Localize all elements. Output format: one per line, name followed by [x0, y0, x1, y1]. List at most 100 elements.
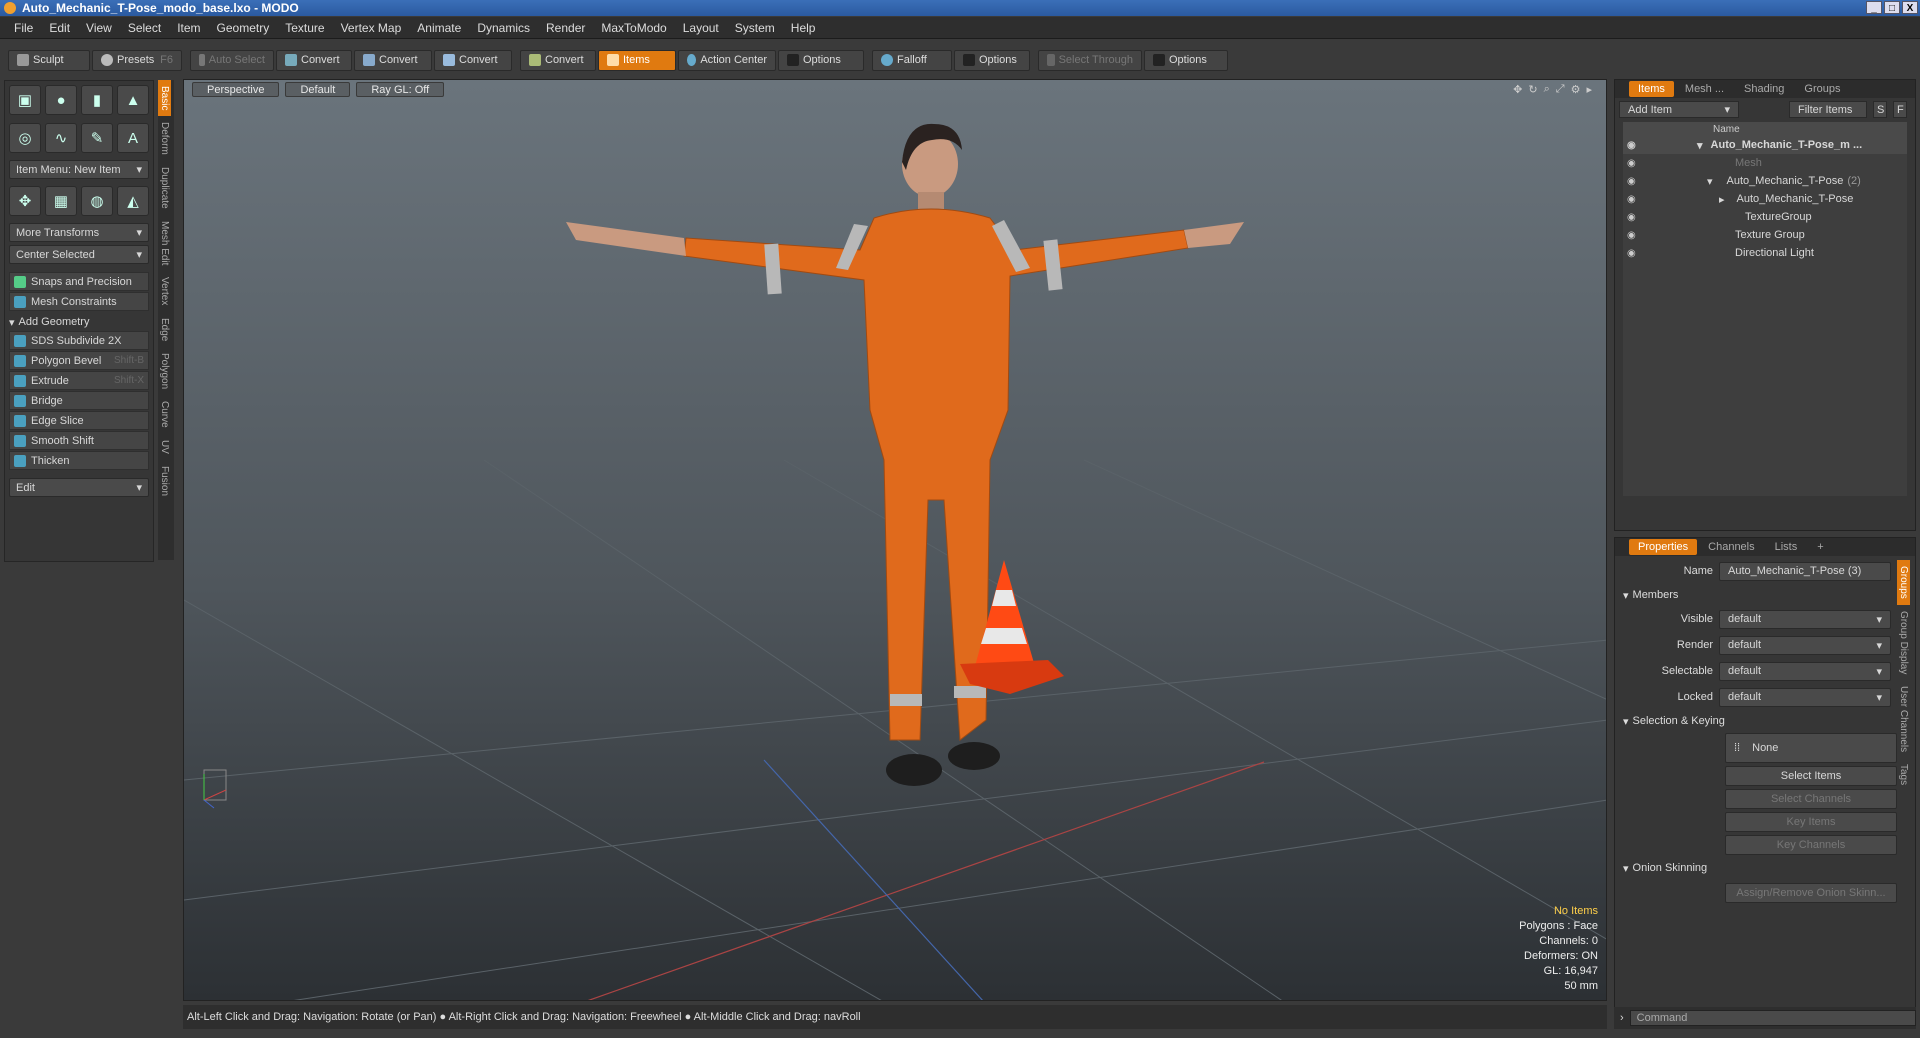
rotate-view-icon[interactable]: ↻ — [1528, 83, 1537, 96]
presets-button[interactable]: Presets F6 — [92, 49, 182, 71]
items-mode-button[interactable]: Items — [598, 49, 676, 71]
tab-shading[interactable]: Shading — [1735, 81, 1793, 97]
close-button[interactable]: X — [1902, 1, 1918, 14]
tree-row-group[interactable]: ◉ ▾ Auto_Mechanic_T-Pose (2) — [1623, 172, 1907, 190]
command-input[interactable]: Command — [1629, 1010, 1916, 1026]
visible-dropdown[interactable]: default ▾ — [1719, 609, 1891, 629]
convert-material-button[interactable]: Convert — [520, 49, 596, 71]
expand-arrow-icon[interactable]: ▸ — [1719, 193, 1725, 206]
pen-tool-icon[interactable]: ✎ — [81, 123, 113, 153]
minimize-button[interactable]: _ — [1866, 1, 1882, 14]
eye-icon[interactable]: ◉ — [1627, 248, 1636, 259]
falloff-options-button[interactable]: Options — [954, 49, 1030, 71]
tree-row-scene[interactable]: ◉ ▾ Auto_Mechanic_T-Pose_m ... — [1623, 136, 1907, 154]
menu-select[interactable]: Select — [120, 21, 169, 35]
add-tab-button[interactable]: + — [1808, 539, 1832, 555]
rotate-transform-icon[interactable]: ◍ — [81, 186, 113, 216]
eye-icon[interactable]: ◉ — [1627, 230, 1636, 241]
polygon-bevel-button[interactable]: Polygon Bevel Shift-B — [9, 351, 149, 370]
cube-primitive-icon[interactable]: ▣ — [9, 85, 41, 115]
column-name[interactable]: Name — [1713, 124, 1740, 135]
assign-onion-button[interactable]: Assign/Remove Onion Skinn... — [1725, 883, 1897, 903]
add-item-button[interactable]: Add Item ▾ — [1619, 101, 1739, 118]
expand-arrow-icon[interactable]: ▾ — [1707, 175, 1713, 188]
eye-icon[interactable]: ◉ — [1627, 140, 1636, 151]
menu-animate[interactable]: Animate — [409, 21, 469, 35]
tab-tags[interactable]: Tags — [1897, 758, 1910, 791]
eye-icon[interactable]: ◉ — [1627, 212, 1636, 223]
locked-dropdown[interactable]: default ▾ — [1719, 687, 1891, 707]
auto-select-button[interactable]: Auto Select — [190, 49, 274, 71]
f-toggle[interactable]: F — [1893, 101, 1907, 118]
tab-fusion[interactable]: Fusion — [158, 460, 171, 502]
gear-icon[interactable]: ⚙ — [1571, 83, 1581, 96]
item-menu-dropdown[interactable]: Item Menu: New Item ▾ — [9, 160, 149, 179]
zoom-icon[interactable]: ⌕ — [1544, 83, 1550, 96]
menu-layout[interactable]: Layout — [675, 21, 727, 35]
tree-row-mesh[interactable]: ◉ Mesh — [1623, 154, 1907, 172]
select-items-button[interactable]: Select Items — [1725, 766, 1897, 786]
bridge-button[interactable]: Bridge — [9, 391, 149, 410]
more-transforms-dropdown[interactable]: More Transforms ▾ — [9, 223, 149, 242]
eye-icon[interactable]: ◉ — [1627, 176, 1636, 187]
cylinder-primitive-icon[interactable]: ▮ — [81, 85, 113, 115]
menu-render[interactable]: Render — [538, 21, 593, 35]
tree-row-texturegroup[interactable]: ◉ TextureGroup — [1623, 208, 1907, 226]
menu-vertex-map[interactable]: Vertex Map — [333, 21, 410, 35]
select-channels-button[interactable]: Select Channels — [1725, 789, 1897, 809]
action-center-button[interactable]: Action Center — [678, 49, 776, 71]
tab-edge[interactable]: Edge — [158, 312, 171, 347]
convert-edge-button[interactable]: Convert — [354, 49, 432, 71]
menu-maxtomodo[interactable]: MaxToModo — [593, 21, 674, 35]
menu-texture[interactable]: Texture — [277, 21, 332, 35]
menu-system[interactable]: System — [727, 21, 783, 35]
key-items-button[interactable]: Key Items — [1725, 812, 1897, 832]
tab-groups-side[interactable]: Groups — [1897, 560, 1910, 605]
tab-basic[interactable]: Basic — [158, 80, 171, 117]
thicken-button[interactable]: Thicken — [9, 451, 149, 470]
tab-deform[interactable]: Deform — [158, 116, 171, 161]
tab-curve[interactable]: Curve — [158, 395, 171, 434]
sculpt-button[interactable]: Sculpt — [8, 49, 90, 71]
tab-properties[interactable]: Properties — [1629, 539, 1698, 555]
text-tool-icon[interactable]: A — [117, 123, 149, 153]
add-geometry-section[interactable]: ▾ Add Geometry — [9, 314, 149, 330]
pan-icon[interactable]: ✥ — [1513, 83, 1522, 96]
3d-viewport[interactable]: Perspective Default Ray GL: Off ✥ ↻ ⌕ ⤢ … — [183, 79, 1607, 1001]
maximize-button[interactable]: □ — [1884, 1, 1900, 14]
members-section[interactable]: ▾ Members — [1615, 586, 1915, 604]
menu-file[interactable]: File — [6, 21, 41, 35]
extrude-button[interactable]: Extrude Shift-X — [9, 371, 149, 390]
selectable-dropdown[interactable]: default ▾ — [1719, 661, 1891, 681]
select-through-options-button[interactable]: Options — [1144, 49, 1228, 71]
tab-groups[interactable]: Groups — [1795, 81, 1849, 97]
onion-skinning-section[interactable]: ▾ Onion Skinning — [1615, 859, 1915, 877]
menu-edit[interactable]: Edit — [41, 21, 78, 35]
view-type-dropdown[interactable]: Perspective — [192, 81, 280, 97]
snaps-precision-button[interactable]: Snaps and Precision — [9, 272, 149, 291]
tab-lists[interactable]: Lists — [1766, 539, 1807, 555]
mesh-constraints-button[interactable]: Mesh Constraints — [9, 292, 149, 311]
menu-view[interactable]: View — [78, 21, 120, 35]
select-through-button[interactable]: Select Through — [1038, 49, 1142, 71]
sphere-primitive-icon[interactable]: ● — [45, 85, 77, 115]
expand-arrow-icon[interactable]: ▾ — [1697, 139, 1703, 152]
convert-polygon-button[interactable]: Convert — [434, 49, 512, 71]
raygl-toggle[interactable]: Ray GL: Off — [356, 81, 445, 97]
s-toggle[interactable]: S — [1873, 101, 1887, 118]
tab-user-channels[interactable]: User Channels — [1897, 680, 1910, 758]
viewport-menu-icon[interactable]: ▸ — [1586, 83, 1592, 96]
menu-item[interactable]: Item — [169, 21, 208, 35]
tab-polygon[interactable]: Polygon — [158, 347, 171, 395]
cone-primitive-icon[interactable]: ▲ — [117, 85, 149, 115]
none-button[interactable]: ⁞⁞ None — [1725, 733, 1897, 763]
name-field[interactable]: Auto_Mechanic_T-Pose (3) — [1719, 561, 1891, 581]
selection-keying-section[interactable]: ▾ Selection & Keying — [1615, 712, 1915, 730]
tab-channels[interactable]: Channels — [1699, 539, 1763, 555]
tab-mesh-edit[interactable]: Mesh Edit — [158, 215, 171, 271]
menu-help[interactable]: Help — [783, 21, 824, 35]
convert-vertex-button[interactable]: Convert — [276, 49, 352, 71]
menu-dynamics[interactable]: Dynamics — [469, 21, 538, 35]
smooth-shift-button[interactable]: Smooth Shift — [9, 431, 149, 450]
center-selected-dropdown[interactable]: Center Selected ▾ — [9, 245, 149, 264]
